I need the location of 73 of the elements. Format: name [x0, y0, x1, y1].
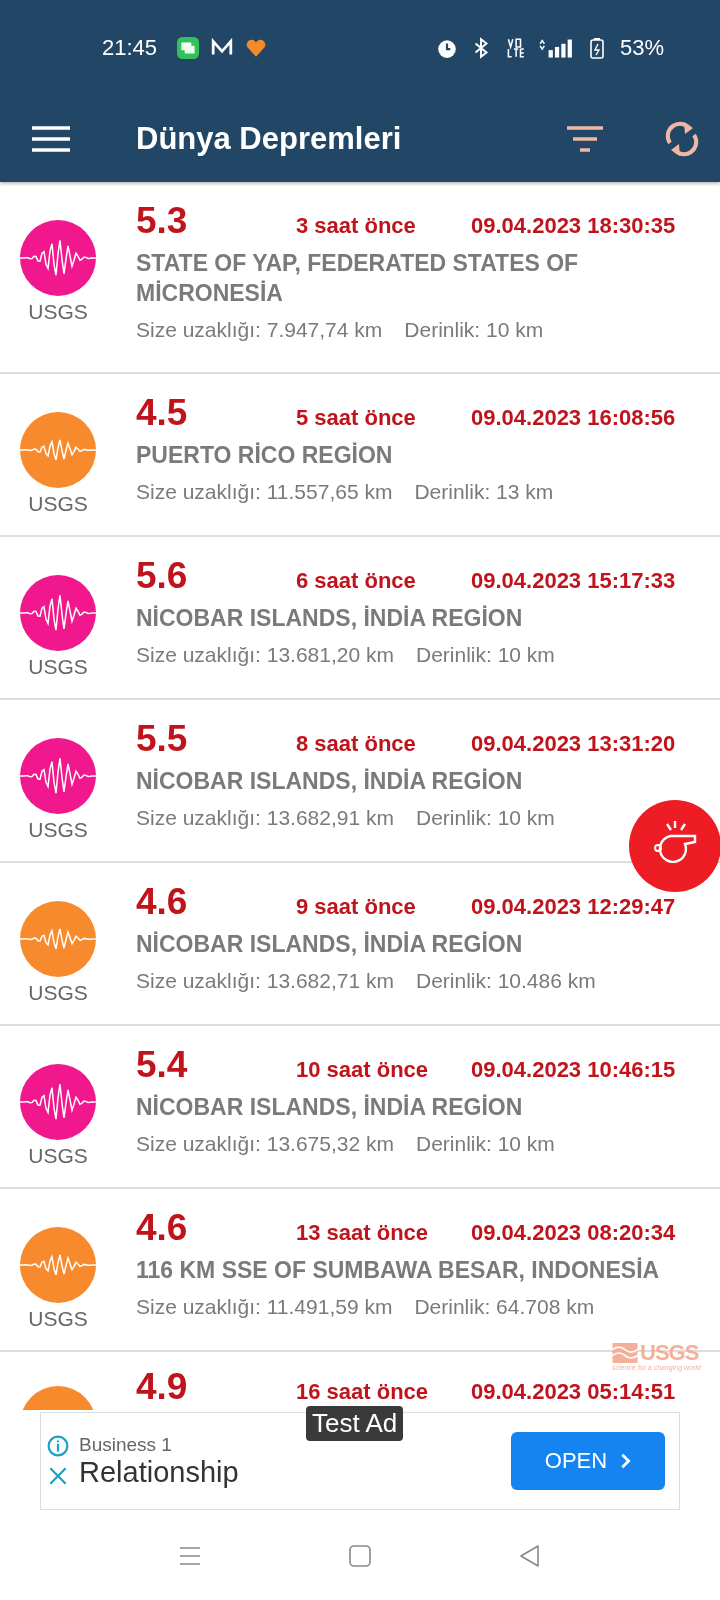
- depth-text: Derinlik: 10 km: [416, 1132, 555, 1156]
- recents-icon[interactable]: [178, 1544, 202, 1568]
- region-name: 116 KM SSE OF SUMBAWA BESAR, INDONESİA: [136, 1256, 661, 1285]
- close-icon[interactable]: [47, 1465, 69, 1487]
- time-ago: 9 saat önce: [296, 894, 417, 920]
- magnitude: 4.5: [136, 394, 189, 432]
- magnitude: 4.6: [136, 883, 189, 921]
- magnitude: 5.6: [136, 557, 189, 595]
- ad-advertiser: Business 1: [79, 1433, 173, 1456]
- battery-level: 53%: [619, 35, 664, 61]
- date-time: 09.04.2023 15:17:33: [471, 568, 676, 594]
- source-label: USGS: [28, 300, 88, 324]
- home-icon[interactable]: [348, 1544, 372, 1568]
- app-title: Dünya Depremleri: [136, 121, 403, 157]
- date-time: 09.04.2023 16:08:56: [471, 405, 676, 431]
- region-name: NİCOBAR ISLANDS, İNDİA REGİON: [136, 767, 524, 796]
- magnitude: 5.3: [136, 202, 189, 240]
- ad-headline: Relationship: [79, 1455, 240, 1489]
- depth-text: Derinlik: 10 km: [404, 318, 544, 342]
- date-time: 09.04.2023 10:46:15: [471, 1057, 676, 1083]
- date-time: 09.04.2023 13:31:20: [471, 731, 676, 757]
- depth-text: Derinlik: 10 km: [416, 806, 555, 830]
- magnitude: 5.4: [136, 1046, 189, 1084]
- date-time: 09.04.2023 08:20:34: [471, 1220, 676, 1246]
- time-ago: 6 saat önce: [296, 568, 417, 594]
- heart-icon: [245, 37, 268, 59]
- open-button[interactable]: OPEN: [511, 1432, 665, 1490]
- source-label: USGS: [28, 1307, 88, 1331]
- region-name: NİCOBAR ISLANDS, İNDİA REGİON: [136, 930, 524, 959]
- time-ago: 3 saat önce: [296, 213, 417, 239]
- back-icon[interactable]: [518, 1544, 542, 1568]
- date-time: 09.04.2023 12:29:47: [471, 894, 676, 920]
- alarm-icon: [435, 37, 458, 59]
- depth-text: Derinlik: 10 km: [416, 643, 555, 667]
- info-icon[interactable]: [47, 1435, 69, 1457]
- source-label: USGS: [28, 655, 88, 679]
- ad-label: Test Ad: [306, 1406, 404, 1441]
- date-time: 09.04.2023 18:30:35: [471, 213, 676, 239]
- usgs-wave-icon: [612, 1343, 638, 1363]
- time-ago: 16 saat önce: [296, 1379, 430, 1405]
- chat-icon: [177, 37, 200, 59]
- status-time: 21:45: [102, 35, 158, 61]
- depth-text: Derinlik: 13 km: [414, 480, 554, 504]
- source-label: USGS: [28, 981, 88, 1005]
- distance-text: Size uzaklığı: 7.947,74 km: [136, 318, 383, 342]
- distance-text: Size uzaklığı: 13.681,20 km: [136, 643, 394, 667]
- menu-icon: [32, 126, 70, 152]
- chevron-icon: [619, 1452, 632, 1470]
- distance-text: Size uzaklığı: 11.491,59 km: [136, 1295, 393, 1319]
- filter-icon: [566, 126, 604, 152]
- date-time: 09.04.2023 05:14:51: [471, 1379, 676, 1405]
- distance-text: Size uzaklığı: 13.682,71 km: [136, 969, 394, 993]
- signal-icon: [537, 37, 574, 59]
- time-ago: 8 saat önce: [296, 731, 417, 757]
- region-name: STATE OF YAP, FEDERATED STATES OF MİCRONESİA: [136, 249, 580, 308]
- magnitude: 4.9: [136, 1368, 189, 1406]
- refresh-icon: [664, 119, 700, 159]
- source-label: USGS: [28, 492, 88, 516]
- time-ago: 5 saat önce: [296, 405, 417, 431]
- distance-text: Size uzaklığı: 13.682,91 km: [136, 806, 394, 830]
- region-name: PUERTO RİCO REGİON: [136, 441, 394, 470]
- depth-text: Derinlik: 64.708 km: [414, 1295, 595, 1319]
- source-label: USGS: [28, 818, 88, 842]
- distance-text: Size uzaklığı: 11.557,65 km: [136, 480, 393, 504]
- time-ago: 13 saat önce: [296, 1220, 430, 1246]
- magnitude: 4.6: [136, 1209, 189, 1247]
- time-ago: 10 saat önce: [296, 1057, 430, 1083]
- region-name: NİCOBAR ISLANDS, İNDİA REGİON: [136, 1093, 524, 1122]
- region-name: NİCOBAR ISLANDS, İNDİA REGİON: [136, 604, 524, 633]
- magnitude: 5.5: [136, 720, 189, 758]
- distance-text: Size uzaklığı: 13.675,32 km: [136, 1132, 394, 1156]
- depth-text: Derinlik: 10.486 km: [416, 969, 596, 993]
- source-label: USGS: [28, 1144, 88, 1168]
